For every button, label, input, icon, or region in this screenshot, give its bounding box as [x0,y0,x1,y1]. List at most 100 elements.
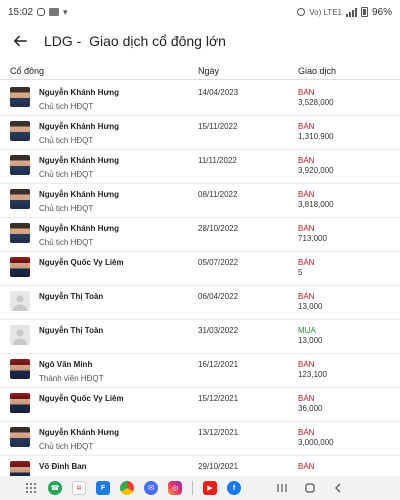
transaction-quantity: 5 [298,268,303,277]
table-row[interactable]: Nguyễn Quốc Vy Liêm 15/12/2021 BÁN 36,000 [0,388,400,422]
transaction-quantity: 3,000,000 [298,438,334,447]
status-bar: 15:02 ▾ Vo) LTE1 96% [0,0,400,24]
table-row[interactable]: Nguyễn Khánh Hưng Chủ tịch HĐQT 15/11/2022… [0,116,400,150]
holder-name: Nguyễn Quốc Vy Liêm [39,394,124,403]
table-row[interactable]: Nguyễn Khánh Hưng Chủ tịch HĐQT 28/10/2022… [0,218,400,252]
transaction-type: BÁN [298,88,315,97]
holder-name: Nguyễn Khánh Hưng [39,224,120,233]
page-title: LDG - Giao dịch cổ đông lớn [44,33,226,49]
transaction-quantity: 3,818,000 [298,200,334,209]
finance-app-icon[interactable]: F [96,481,110,495]
holder-title: Chủ tịch HĐQT [39,204,94,213]
avatar [10,325,30,345]
network-label: Vo) LTE1 [309,7,342,17]
navigation-bar: ☎ ▤ F ✉ ◎ ▶ f [0,476,400,500]
holder-name: Nguyễn Khánh Hưng [39,190,120,199]
transaction-date: 06/04/2022 [198,292,239,301]
app-drawer-icon[interactable] [26,483,36,493]
table-row[interactable]: Nguyễn Khánh Hưng Chủ tịch HĐQT 13/12/2021… [0,422,400,456]
holder-name: Nguyễn Thị Toàn [39,326,104,335]
alarm-icon [297,8,306,16]
avatar [10,393,30,413]
news-app-icon[interactable]: ▤ [72,481,86,495]
transaction-date: 28/10/2022 [198,224,239,233]
transaction-date: 05/07/2022 [198,258,239,267]
holder-title: Chủ tịch HĐQT [39,238,94,247]
table-row[interactable]: Nguyễn Quốc Vy Liêm 05/07/2022 BÁN 5 [0,252,400,286]
holder-name: Nguyễn Khánh Hưng [39,428,120,437]
holder-name: Nguyễn Khánh Hưng [39,156,120,165]
transaction-list: Nguyễn Khánh Hưng Chủ tịch HĐQT 14/04/2023… [0,82,400,490]
table-row[interactable]: Nguyễn Thị Toàn 31/03/2022 MUA 13,000 [0,320,400,354]
back-button[interactable] [0,24,40,58]
holder-name: Nguyễn Thị Toàn [39,292,104,301]
avatar [10,189,30,209]
phone-app-icon[interactable]: ☎ [48,481,62,495]
battery-percent: 96% [371,6,392,18]
transaction-quantity: 13,000 [298,302,323,311]
transaction-date: 15/11/2022 [198,122,238,131]
transaction-date: 13/12/2021 [198,428,239,437]
transaction-type: BÁN [298,394,315,403]
transaction-type: BÁN [298,428,315,437]
transaction-quantity: 713,000 [298,234,327,243]
avatar [10,87,30,107]
messages-icon[interactable]: ✉ [144,481,158,495]
table-row[interactable]: Nguyễn Khánh Hưng Chủ tịch HĐQT 08/11/2022… [0,184,400,218]
holder-title: Chủ tịch HĐQT [39,136,94,145]
chrome-icon[interactable] [120,481,134,495]
transaction-type: BÁN [298,258,315,267]
transaction-quantity: 36,000 [298,404,323,413]
transaction-date: 14/04/2023 [198,88,239,97]
battery-icon [360,7,368,17]
back-nav-icon[interactable] [331,481,345,495]
transaction-date: 15/12/2021 [198,394,239,403]
twitter-notification-icon: ▾ [63,6,68,17]
facebook-icon[interactable]: f [227,481,241,495]
status-left: 15:02 ▾ [8,7,68,18]
holder-name: Võ Đình Ban [39,462,87,471]
table-row[interactable]: Nguyễn Thị Toàn 06/04/2022 BÁN 13,000 [0,286,400,320]
transaction-date: 11/11/2022 [198,156,237,165]
avatar [10,359,30,379]
holder-name: Nguyễn Quốc Vy Liêm [39,258,124,267]
transaction-type: BÁN [298,292,315,301]
column-header-holder: Cổ đông [10,65,45,76]
status-time: 15:02 [8,6,34,18]
transaction-quantity: 3,528,000 [298,98,334,107]
transaction-type: BÁN [298,156,315,165]
transaction-type: BÁN [298,360,315,369]
arrow-left-icon [13,35,27,47]
transaction-type: BÁN [298,190,315,199]
holder-title: Thành viên HĐQT [39,374,104,383]
holder-title: Chủ tịch HĐQT [39,442,94,451]
table-row[interactable]: Nguyễn Khánh Hưng Chủ tịch HĐQT 11/11/2022… [0,150,400,184]
instagram-notification-icon [37,8,46,16]
holder-name: Ngô Văn Minh [39,360,93,369]
youtube-icon[interactable]: ▶ [203,481,217,495]
column-header-date: Ngày [198,65,220,76]
transaction-quantity: 123,100 [298,370,327,379]
recents-nav-icon[interactable] [275,481,289,495]
holder-title: Chủ tịch HĐQT [39,102,94,111]
transaction-type: BÁN [298,224,315,233]
instagram-icon[interactable]: ◎ [168,481,182,495]
app-header: LDG - Giao dịch cổ đông lớn [0,24,400,58]
home-nav-icon[interactable] [303,481,317,495]
signal-icon [345,7,357,17]
transaction-type: BÁN [298,122,315,131]
transaction-date: 16/12/2021 [198,360,239,369]
facebook-notification-icon [49,8,60,16]
holder-name: Nguyễn Khánh Hưng [39,88,120,97]
transaction-type: MUA [298,326,316,335]
table-row[interactable]: Nguyễn Khánh Hưng Chủ tịch HĐQT 14/04/2023… [0,82,400,116]
holder-name: Nguyễn Khánh Hưng [39,122,120,131]
transaction-date: 08/11/2022 [198,190,238,199]
table-row[interactable]: Ngô Văn Minh Thành viên HĐQT 16/12/2021 BÁN… [0,354,400,388]
avatar [10,155,30,175]
avatar [10,427,30,447]
transaction-quantity: 3,920,000 [298,166,334,175]
transaction-quantity: 13,000 [298,336,323,345]
nav-divider [192,481,193,495]
transaction-type: BÁN [298,462,315,471]
